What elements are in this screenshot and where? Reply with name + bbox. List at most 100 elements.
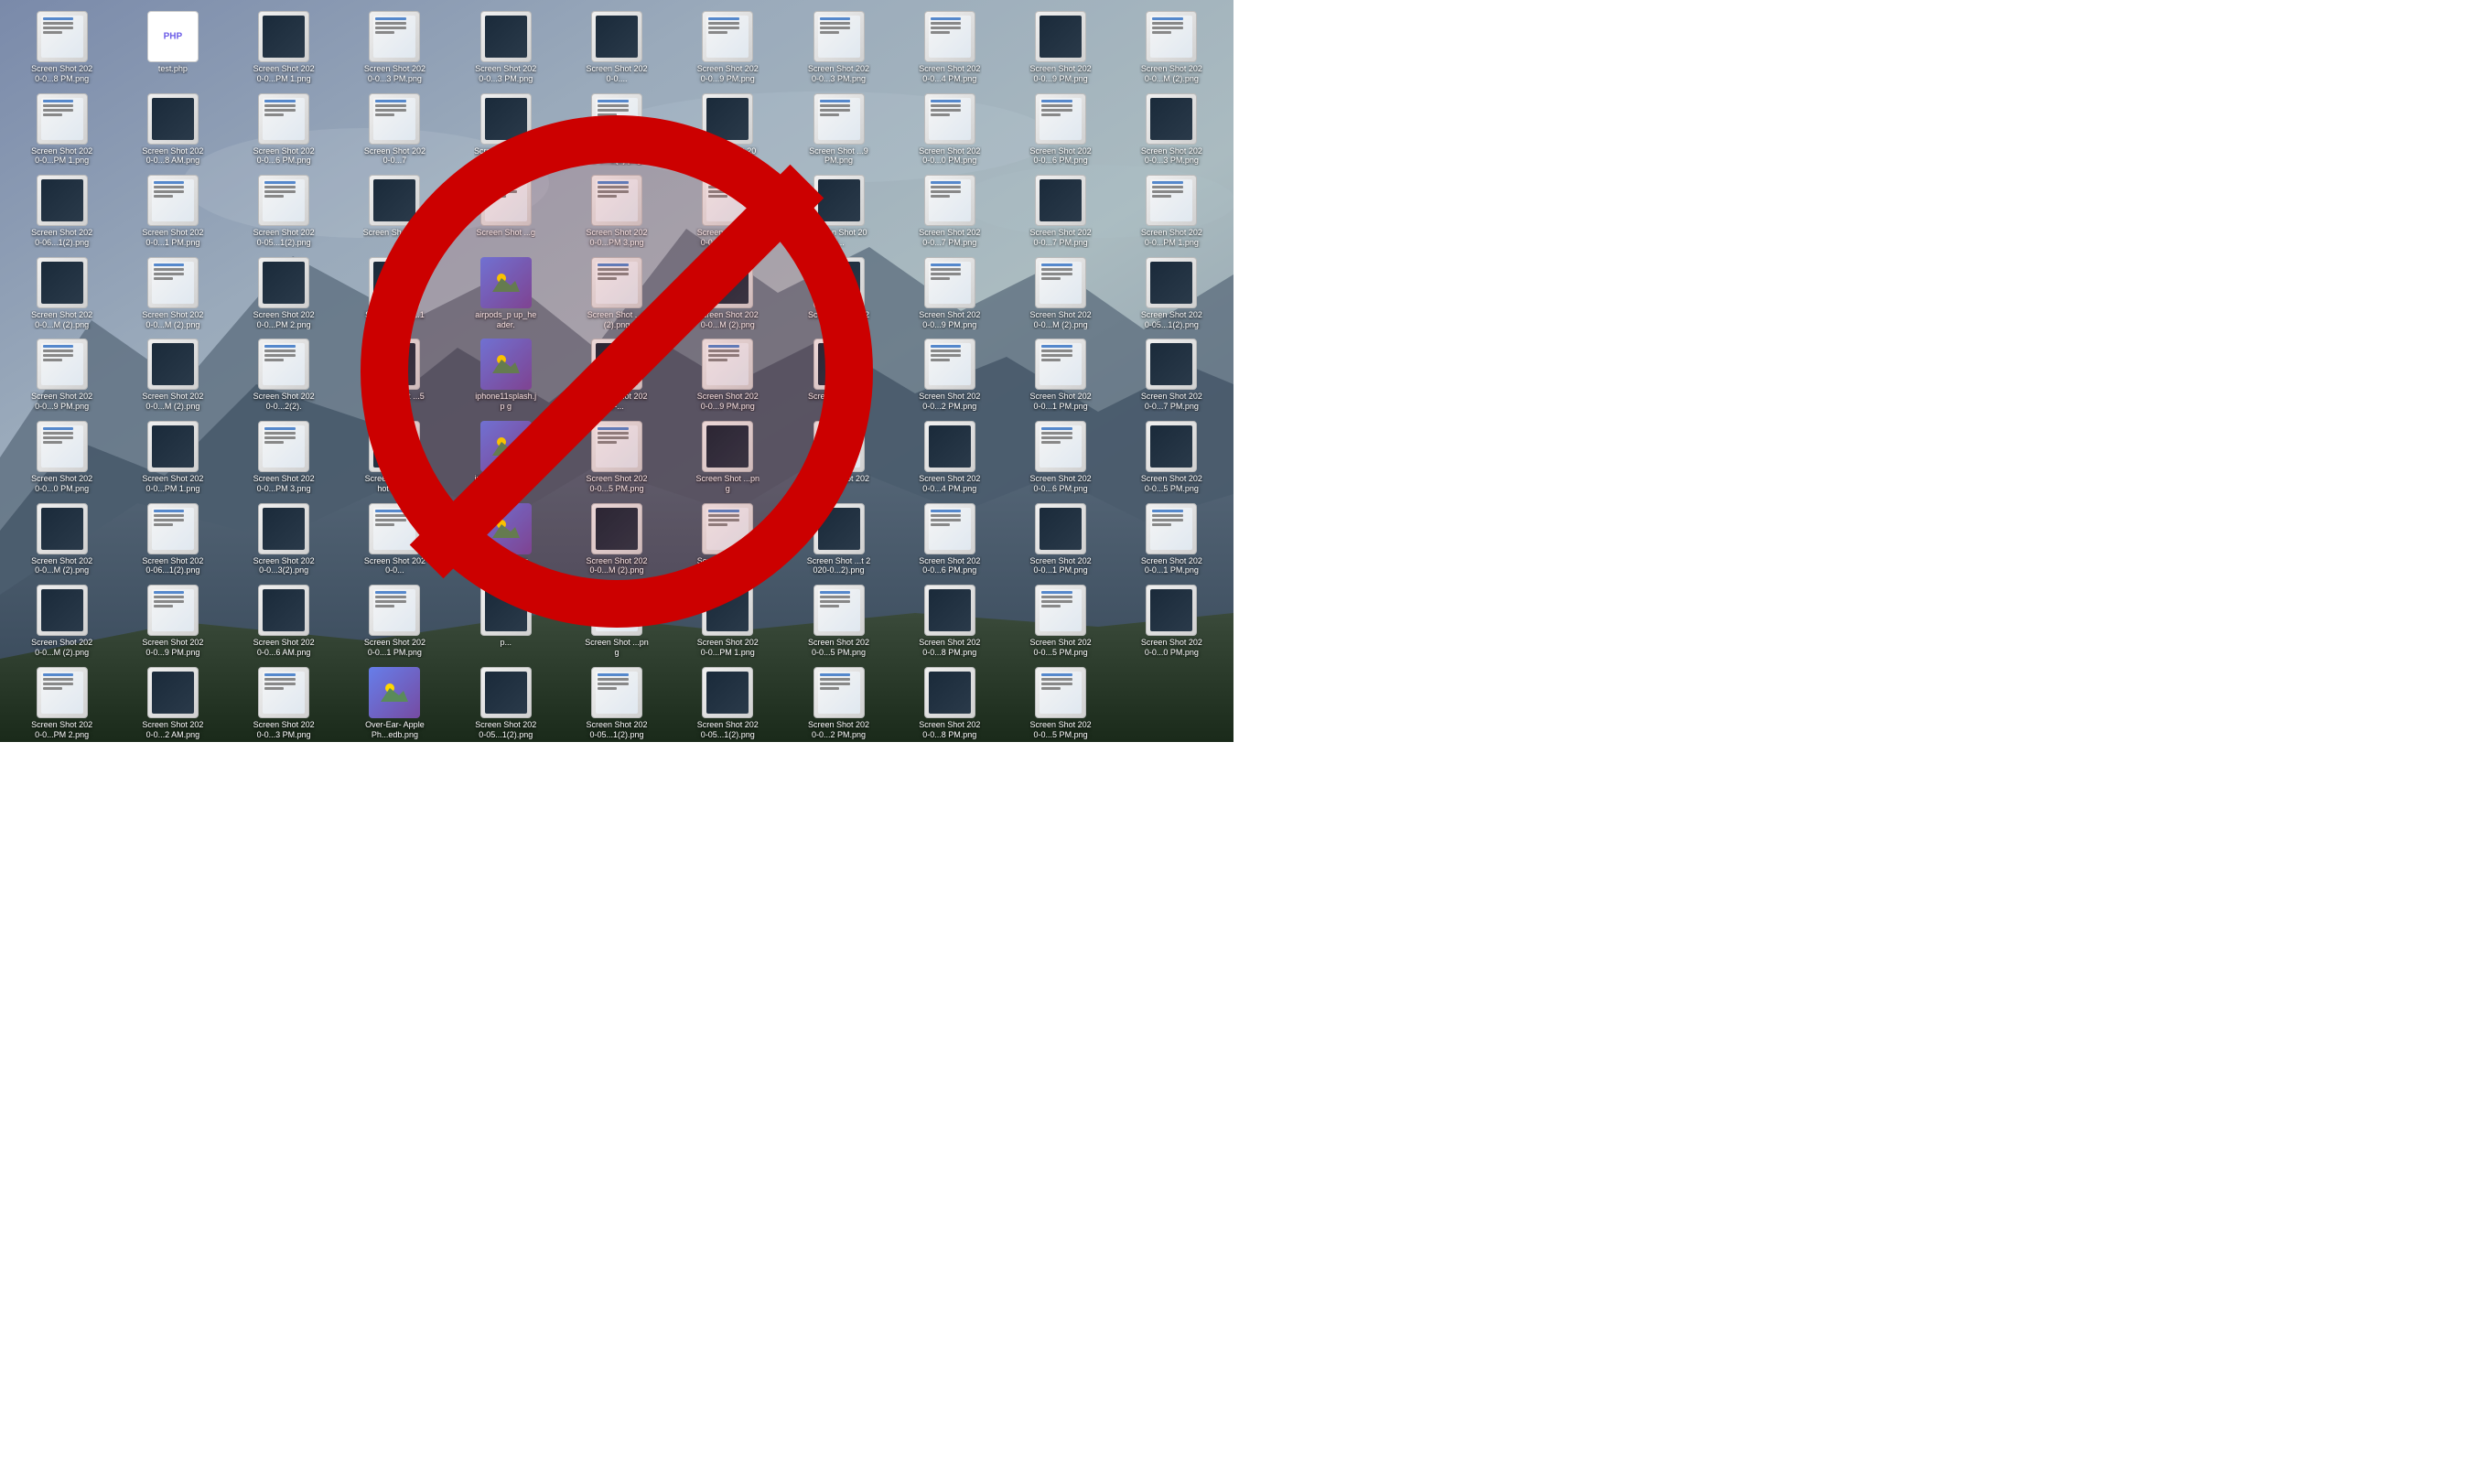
desktop-icon[interactable]: Screen Shot 2020-0...PM 1.png	[1117, 171, 1226, 252]
desktop-icon[interactable]: test.php	[118, 7, 227, 88]
desktop-icon[interactable]: iphone11prolineup. jpg	[451, 417, 560, 498]
desktop-icon[interactable]: iphonexr.jpg	[451, 500, 560, 580]
desktop-icon[interactable]: Screen Shot ...Shot 2020-	[340, 417, 449, 498]
desktop-icon[interactable]: Screen Shot 2020-0...M (2).png	[1006, 253, 1115, 334]
desktop-icon[interactable]: Over-Ear- ApplePh...edb.png	[340, 663, 449, 744]
desktop-icon[interactable]: Screen Shot 2020-05...1(2).png	[451, 663, 560, 744]
desktop-icon[interactable]: Screen Shot 2020-05...1(2).png	[1117, 253, 1226, 334]
desktop-icon[interactable]: Screen Shot 2020-0...1 PM.png	[1117, 500, 1226, 580]
desktop-icon[interactable]: Screen Shot 2020-0...5 PM.png	[562, 417, 671, 498]
desktop-icon[interactable]: Screen Shot 2020-0...0 PM.png	[7, 417, 116, 498]
desktop-icon[interactable]: Screen Shot 2020-0...0 PM.png	[895, 90, 1004, 170]
desktop-icon[interactable]: Screen Shot 2020-0...M (2).png	[7, 581, 116, 661]
desktop-icon[interactable]: Screen Shot 2020-0...8 PM.png	[895, 581, 1004, 661]
desktop-icon[interactable]: Screen Shot ...png	[673, 417, 782, 498]
desktop-icon[interactable]: Screen Shot ...1 PM.png	[340, 253, 449, 334]
desktop-icon[interactable]: Screen Shot 2020-0....	[784, 253, 893, 334]
desktop-icon[interactable]: Screen Shot 2020-0...9 PM.png	[673, 335, 782, 415]
desktop-icon[interactable]: Screen Shot 2020-0...M (2).png	[673, 253, 782, 334]
desktop-icon[interactable]: Screen Shot 2020-0...PM 1.png	[673, 581, 782, 661]
desktop-icon[interactable]: Screen Shot 2020-0...6 PM.png	[1006, 90, 1115, 170]
desktop-icon[interactable]: Screen Shot 2020-0...M (2).png	[562, 500, 671, 580]
desktop-icon[interactable]: Screen Shot 2020-0...3 PM.png	[230, 663, 339, 744]
desktop-icon[interactable]: Screen Shot 2020-0...6 PM.png	[230, 90, 339, 170]
desktop-icon[interactable]: Screen Shot 2020-0...6 PM.png	[895, 500, 1004, 580]
desktop-icon[interactable]: Screen Shot 2020-0...PM 1.png	[118, 417, 227, 498]
desktop-icon[interactable]: Screen Shot 2020-0...4 PM.png	[895, 417, 1004, 498]
desktop-icon[interactable]: Screen Shot 2020-0...9 PM.png	[118, 581, 227, 661]
desktop-icon[interactable]: Screen Shot 2020-0...8 PM.png	[7, 7, 116, 88]
desktop-icon[interactable]: Screen Shot 2020-...	[562, 335, 671, 415]
desktop-icon[interactable]: Screen Shot 2020-06...1(2).png	[118, 500, 227, 580]
desktop-icon[interactable]: Screen Shot 2020-0...3 PM.png	[340, 7, 449, 88]
desktop-icon[interactable]: Screen Shot 2020-05...1(2).png	[673, 663, 782, 744]
desktop-icon[interactable]: Screen Shot 2020-0...2 AM.png	[118, 663, 227, 744]
desktop-icon[interactable]: Screen Shot ...3(2).png	[562, 253, 671, 334]
desktop-icon[interactable]: Screen Shot 2020-0...6 AM.png	[230, 581, 339, 661]
desktop-icon[interactable]: Screen Shot 2020-0...P	[784, 335, 893, 415]
icon-label: Screen Shot 2020-0...1 PM.png	[1029, 556, 1093, 576]
desktop-icon[interactable]: Screen Shot 2020-05...1(2).png	[562, 663, 671, 744]
desktop-icon[interactable]: Screen Shot ...png	[451, 90, 560, 170]
desktop-icon[interactable]: Screen Shot 2020-0...3 PM.png	[1117, 90, 1226, 170]
desktop-icon[interactable]: Screen Shot 2020-05...1(2).png	[230, 171, 339, 252]
desktop-icon[interactable]: Screen Shot 2020-0...1 PM.png	[673, 171, 782, 252]
desktop-icon[interactable]: Screen Shot 2020-0...3(2).png	[230, 500, 339, 580]
desktop-icon[interactable]: Screen Shot 2020-0...8 PM.png	[895, 663, 1004, 744]
desktop-icon[interactable]: Screen Shot 2020-0...9 PM.png	[673, 7, 782, 88]
desktop-icon[interactable]: Screen Shot 2020-06...1(2).png	[7, 171, 116, 252]
desktop-icon[interactable]: Screen Shot 2020-0...5 PM.png	[1117, 417, 1226, 498]
desktop-icon[interactable]: Screen Shot 2020-0...M (2).png	[118, 335, 227, 415]
desktop-icon[interactable]: Screen Shot ...9 PM.png	[784, 90, 893, 170]
desktop-icon[interactable]: Screen Shot ...t 2020-0...2).png	[784, 500, 893, 580]
desktop-icon[interactable]: Screen Shot 2020-0...3 PM.png	[451, 7, 560, 88]
desktop-icon[interactable]: Screen Shot 2020-0...9 PM.png	[1006, 7, 1115, 88]
desktop-icon[interactable]: Screen Shot 2020-0...0 PM.png	[1117, 581, 1226, 661]
desktop-icon[interactable]: Screen Shot ...ng	[340, 171, 449, 252]
desktop-icon[interactable]: Screen Shot 2020-	[784, 417, 893, 498]
desktop-icon[interactable]: Screen Shot ...png	[562, 581, 671, 661]
desktop-icon[interactable]: Screen Shot 2020-0...1 PM.png	[340, 581, 449, 661]
desktop-icon[interactable]: Screen Shot 2020-0...9 PM.png	[7, 335, 116, 415]
desktop-icon[interactable]: Screen Shot 202...	[784, 171, 893, 252]
desktop-icon[interactable]: Screen Shot 2020-0...PM 3.png	[562, 171, 671, 252]
desktop-icon[interactable]: p...	[451, 581, 560, 661]
desktop-icon[interactable]: Screen Shot 2020-0...M (2).png	[1117, 7, 1226, 88]
desktop-icon[interactable]: Screen Shot 2020-0...2 PM.png	[895, 335, 1004, 415]
desktop-icon[interactable]: airpods_p up_header.	[451, 253, 560, 334]
desktop-icon[interactable]: Screen Shot 2020-0...PM 1.png	[230, 7, 339, 88]
desktop-icon[interactable]: Screen Shot 202...	[673, 90, 782, 170]
desktop-icon[interactable]: Screen Shot 2020-0...1 PM.png	[118, 171, 227, 252]
desktop-icon[interactable]: Screen Shot 2020-0...4 PM.png	[895, 7, 1004, 88]
desktop-icon[interactable]: Screen Shot 2020-0...5 PM.png	[1006, 581, 1115, 661]
desktop-icon[interactable]: Screen Shot 2020-0...1 PM.png	[1006, 500, 1115, 580]
desktop-icon[interactable]: Screen Shot 2020-0...9 PM.png	[895, 253, 1004, 334]
desktop-icon[interactable]: Screen Shot 2020-0...7	[340, 90, 449, 170]
desktop-icon[interactable]: iphone11splash.jp g	[451, 335, 560, 415]
desktop-icon[interactable]: Screen Shot 2020-0...PM 2.png	[7, 663, 116, 744]
desktop-icon[interactable]: Screen Shot 2020-0...M (2).png	[7, 253, 116, 334]
icon-label: Screen Shot 2020-0...2 PM.png	[807, 720, 871, 740]
desktop-icon[interactable]: Screen Shot 2020-0...7 PM.png	[895, 171, 1004, 252]
desktop-icon[interactable]: Screen Shot 2020-0...M (2).png	[7, 500, 116, 580]
desktop-icon[interactable]: Screen Shot 2020-0...	[340, 500, 449, 580]
desktop-icon[interactable]: Screen Shot 2020-0....	[562, 7, 671, 88]
desktop-icon[interactable]: Screen Shot 2020-0...PM 2.png	[230, 253, 339, 334]
desktop-icon[interactable]: Screen Shot 2020-0...7 PM.png	[1006, 171, 1115, 252]
desktop-icon[interactable]: Screen Shot 2020-0...5 PM.png	[784, 581, 893, 661]
desktop-icon[interactable]: Screen Shot 2020-0...8 AM.png	[118, 90, 227, 170]
desktop-icon[interactable]: Screen Shot ...5 PM.png	[340, 335, 449, 415]
desktop-icon[interactable]: Screen Shot 2020-0...PM 1.png	[7, 90, 116, 170]
desktop-icon[interactable]: Screen Shot 2020-0...3 PM.png	[784, 7, 893, 88]
desktop-icon[interactable]: Screen Shot 2020-0...2(2).png	[562, 90, 671, 170]
desktop-icon[interactable]: Screen Shot 2020-0...2(2).	[230, 335, 339, 415]
desktop-icon[interactable]: Screen Shot 2020-0...2 PM.png	[784, 663, 893, 744]
desktop-icon[interactable]: Screen Shot 2020-0...1 PM.png	[1006, 335, 1115, 415]
desktop-icon[interactable]: Screen Shot 2020-0...7 PM.png	[1117, 335, 1226, 415]
desktop-icon[interactable]: Screen Shot 2020-0...5 PM.png	[1006, 663, 1115, 744]
desktop-icon[interactable]: Screen Shot 2020-0...6 PM.png	[1006, 417, 1115, 498]
desktop-icon[interactable]: Screen Shot 2020-0...M (2).png	[118, 253, 227, 334]
desktop-icon[interactable]: Screen Shot 2020-0...PM 3.png	[230, 417, 339, 498]
desktop-icon[interactable]: Screen Shot 2020-0...t	[673, 500, 782, 580]
desktop-icon[interactable]: Screen Shot ...g	[451, 171, 560, 252]
